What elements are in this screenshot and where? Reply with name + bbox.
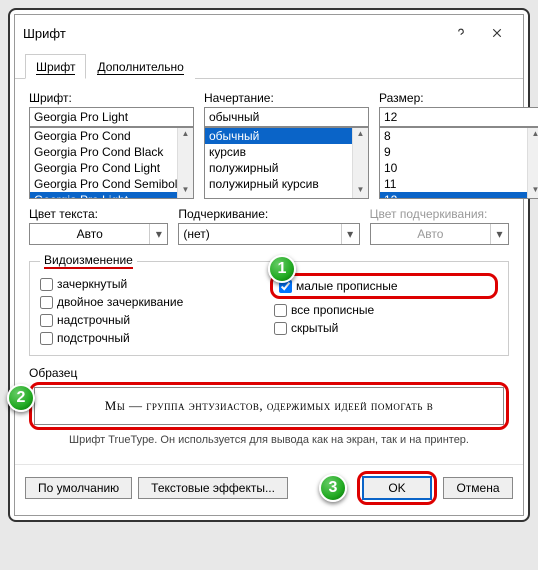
cb-hidden[interactable]: скрытый xyxy=(274,321,498,335)
cb-smallcaps[interactable]: малые прописные xyxy=(279,279,489,293)
style-input[interactable] xyxy=(204,107,369,127)
chevron-down-icon: ▾ xyxy=(149,224,167,244)
style-list[interactable]: обычный курсив полужирный полужирный кур… xyxy=(204,127,369,199)
list-item[interactable]: курсив xyxy=(205,144,368,160)
cb-sub[interactable]: подстрочный xyxy=(40,331,264,345)
list-item[interactable]: 9 xyxy=(380,144,538,160)
scrollbar[interactable]: ▲▼ xyxy=(527,128,538,198)
help-icon xyxy=(455,27,467,39)
font-input[interactable] xyxy=(29,107,194,127)
tab-font[interactable]: Шрифт xyxy=(25,54,86,79)
cb-super[interactable]: надстрочный xyxy=(40,313,264,327)
text-effects-button[interactable]: Текстовые эффекты... xyxy=(138,477,288,499)
list-item[interactable]: 8 xyxy=(380,128,538,144)
ulcolor-combo: Авто▾ xyxy=(370,223,509,245)
label-size: Размер: xyxy=(379,91,538,105)
list-item[interactable]: 12 xyxy=(380,192,538,199)
default-button[interactable]: По умолчанию xyxy=(25,477,132,499)
close-button[interactable] xyxy=(479,21,515,45)
size-input[interactable] xyxy=(379,107,538,127)
effects-group: Видоизменение зачеркнутый двойное зачерк… xyxy=(29,253,509,356)
list-item[interactable]: 10 xyxy=(380,160,538,176)
cb-strike[interactable]: зачеркнутый xyxy=(40,277,264,291)
chevron-down-icon: ▾ xyxy=(490,224,508,244)
list-item[interactable]: полужирный xyxy=(205,160,368,176)
tab-advanced[interactable]: Дополнительно xyxy=(86,54,194,79)
chevron-down-icon: ▾ xyxy=(341,224,359,244)
close-icon xyxy=(491,27,503,39)
scrollbar[interactable]: ▲▼ xyxy=(352,128,368,198)
color-combo[interactable]: Авто▾ xyxy=(29,223,168,245)
button-bar: По умолчанию Текстовые эффекты... 3 OK О… xyxy=(15,464,523,515)
list-item[interactable]: Georgia Pro Light xyxy=(30,192,193,199)
preview-box: Мы — группа энтузиастов, одержимых идеей… xyxy=(34,387,504,425)
ok-button[interactable]: OK xyxy=(362,476,432,500)
list-item[interactable]: 11 xyxy=(380,176,538,192)
callout-badge-2: 2 xyxy=(7,384,35,412)
list-item[interactable]: полужирный курсив xyxy=(205,176,368,192)
cancel-button[interactable]: Отмена xyxy=(443,477,513,499)
label-ulcolor: Цвет подчеркивания: xyxy=(370,207,509,221)
list-item[interactable]: обычный xyxy=(205,128,368,144)
font-dialog: Шрифт Шрифт Дополнительно Шрифт: Georgia… xyxy=(14,14,524,516)
size-list[interactable]: 8 9 10 11 12 ▲▼ xyxy=(379,127,538,199)
cb-dstrike[interactable]: двойное зачеркивание xyxy=(40,295,264,309)
label-style: Начертание: xyxy=(204,91,369,105)
callout-badge-3: 3 xyxy=(319,474,347,502)
list-item[interactable]: Georgia Pro Cond Semibold xyxy=(30,176,193,192)
tab-strip: Шрифт Дополнительно xyxy=(15,53,523,79)
label-underline: Подчеркивание: xyxy=(178,207,359,221)
window-title: Шрифт xyxy=(23,26,443,41)
callout-badge-1: 1 xyxy=(268,255,296,283)
list-item[interactable]: Georgia Pro Cond Light xyxy=(30,160,193,176)
label-preview: Образец xyxy=(29,366,77,380)
list-item[interactable]: Georgia Pro Cond Black xyxy=(30,144,193,160)
titlebar: Шрифт xyxy=(15,15,523,51)
label-font: Шрифт: xyxy=(29,91,194,105)
underline-combo[interactable]: (нет)▾ xyxy=(178,223,359,245)
list-item[interactable]: Georgia Pro Cond xyxy=(30,128,193,144)
hint-text: Шрифт TrueType. Он используется для выво… xyxy=(29,434,509,446)
font-list[interactable]: Georgia Pro Cond Georgia Pro Cond Black … xyxy=(29,127,194,199)
label-color: Цвет текста: xyxy=(29,207,168,221)
help-button[interactable] xyxy=(443,21,479,45)
scrollbar[interactable]: ▲▼ xyxy=(177,128,193,198)
cb-allcaps[interactable]: все прописные xyxy=(274,303,498,317)
label-effects: Видоизменение xyxy=(40,253,137,269)
